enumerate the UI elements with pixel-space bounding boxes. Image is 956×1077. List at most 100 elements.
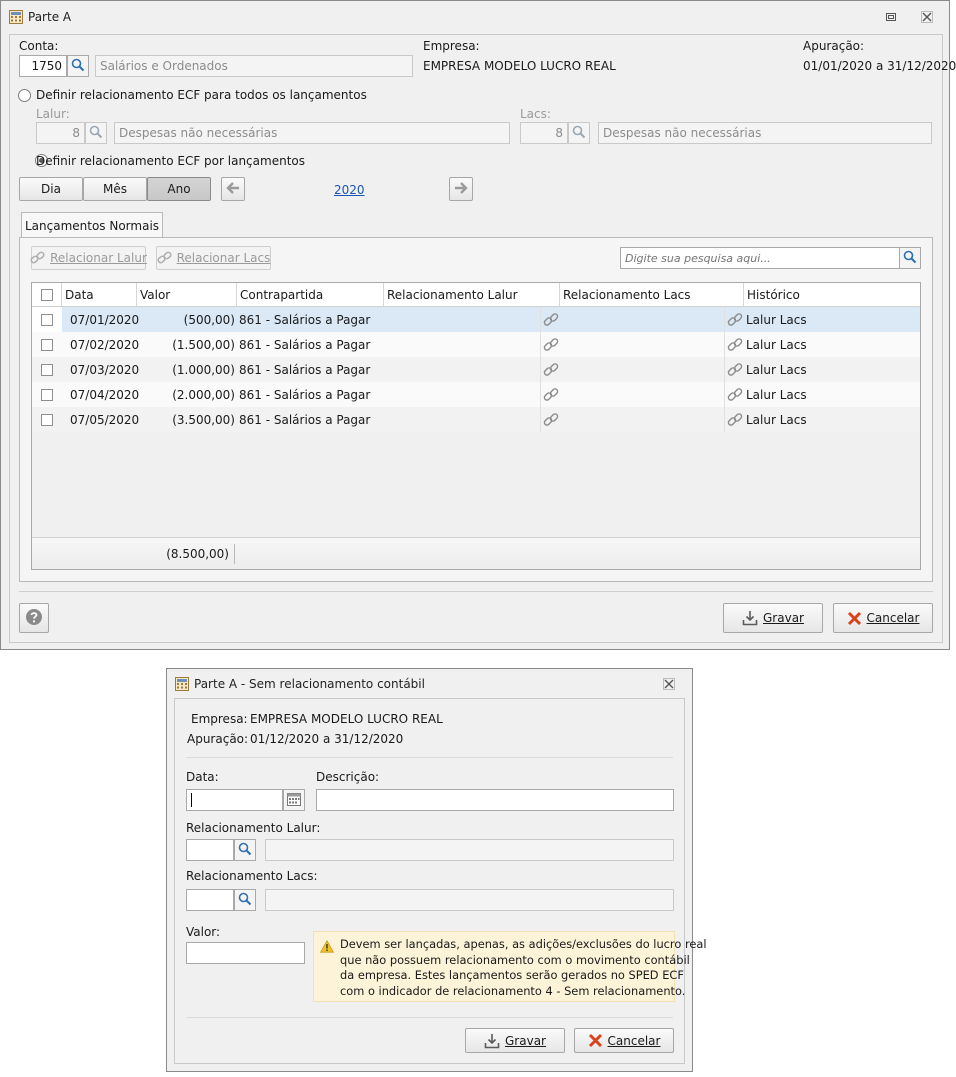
link-lacs-icon[interactable]	[724, 332, 744, 357]
lalur-search-button[interactable]	[85, 122, 107, 144]
link-lacs-icon[interactable]	[724, 407, 744, 432]
dialog-cancelar-label: Cancelar	[607, 1033, 661, 1048]
header-data[interactable]: Data	[62, 283, 137, 306]
title-bar: Parte A	[1, 1, 949, 33]
dialog-cancelar-button[interactable]: Cancelar	[574, 1028, 674, 1053]
cell-historico: Lalur Lacs	[746, 312, 807, 327]
radio-all-lancamentos[interactable]	[18, 89, 31, 102]
cell-valor: (2.000,00)	[172, 387, 235, 402]
relacionar-lacs-button[interactable]: Relacionar Lacs	[156, 246, 271, 270]
grid-search-input[interactable]	[620, 247, 900, 269]
search-icon	[572, 125, 586, 142]
row-checkbox-cell	[32, 357, 62, 382]
conta-search-button[interactable]	[67, 55, 89, 77]
dialog-gravar-button[interactable]: Gravar	[465, 1028, 565, 1053]
descricao-input[interactable]	[316, 789, 674, 811]
cell-data: 07/05/2020	[70, 412, 140, 427]
dialog-separator-top	[186, 757, 673, 758]
cancelar-label: Cancelar	[866, 611, 920, 625]
header-historico[interactable]: Histórico	[744, 283, 920, 306]
table-row[interactable]: 07/04/2020 (2.000,00) 861 - Salários a P…	[32, 382, 920, 407]
period-dia-button[interactable]: Dia	[19, 177, 83, 201]
help-button[interactable]	[19, 603, 49, 633]
row-checkbox[interactable]	[41, 338, 53, 351]
cell-historico: Lalur Lacs	[746, 337, 807, 352]
dialog-empresa-value: EMPRESA MODELO LUCRO REAL	[250, 712, 443, 726]
warning-line: que não possuem relacionamento com o mov…	[340, 952, 690, 967]
cell-valor: (1.000,00)	[172, 362, 235, 377]
cell-contrapartida: 861 - Salários a Pagar	[239, 387, 371, 402]
link-icon	[30, 251, 46, 265]
search-icon	[238, 892, 252, 909]
valor-input[interactable]	[186, 942, 305, 964]
header-valor[interactable]: Valor	[137, 283, 237, 306]
next-year-button[interactable]	[449, 177, 473, 201]
close-icon[interactable]	[921, 11, 933, 23]
table-row[interactable]: 07/05/2020 (3.500,00) 861 - Salários a P…	[32, 407, 920, 432]
link-lalur-icon[interactable]	[540, 382, 560, 407]
grid-footer: (8.500,00)	[32, 537, 920, 569]
row-checkbox-cell	[32, 332, 62, 357]
valor-label: Valor:	[186, 925, 221, 939]
dialog-close-icon[interactable]	[663, 678, 675, 690]
grid-search-button[interactable]	[899, 247, 921, 269]
rel-lalur-desc-field	[265, 839, 674, 861]
cell-data: 07/04/2020	[70, 387, 140, 402]
warning-line: com o indicador de relacionamento 4 - Se…	[340, 983, 686, 998]
apuracao-label: Apuração:	[803, 39, 865, 53]
cell-contrapartida: 861 - Salários a Pagar	[239, 412, 371, 427]
grid-body: 07/01/2020 (500,00) 861 - Salários a Pag…	[32, 307, 920, 535]
period-mes-button[interactable]: Mês	[83, 177, 147, 201]
cancelar-button[interactable]: Cancelar	[833, 603, 933, 633]
lalur-code-input[interactable]: 8	[36, 122, 85, 144]
conta-code-input[interactable]: 1750	[19, 55, 67, 77]
row-checkbox-cell	[32, 407, 62, 432]
data-input[interactable]	[186, 789, 283, 811]
lacs-code-input[interactable]: 8	[520, 122, 568, 144]
lacs-search-button[interactable]	[568, 122, 590, 144]
header-relacionamento-lalur[interactable]: Relacionamento Lalur	[384, 283, 560, 306]
row-checkbox[interactable]	[41, 413, 53, 426]
link-lalur-icon[interactable]	[540, 307, 560, 332]
cell-contrapartida: 861 - Salários a Pagar	[239, 312, 371, 327]
row-checkbox[interactable]	[41, 388, 53, 401]
restore-icon[interactable]	[885, 11, 897, 23]
search-icon	[89, 125, 103, 142]
select-all-checkbox[interactable]	[40, 288, 53, 301]
apuracao-value: 01/01/2020 a 31/12/2020	[803, 59, 956, 73]
table-row[interactable]: 07/02/2020 (1.500,00) 861 - Salários a P…	[32, 332, 920, 357]
header-relacionamento-lacs[interactable]: Relacionamento Lacs	[560, 283, 744, 306]
cell-contrapartida: 861 - Salários a Pagar	[239, 337, 371, 352]
tab-lancamentos-normais[interactable]: Lançamentos Normais	[21, 212, 163, 238]
period-ano-button[interactable]: Ano	[147, 177, 211, 201]
rel-lacs-code-input[interactable]	[186, 889, 234, 911]
row-checkbox[interactable]	[41, 363, 53, 376]
link-lacs-icon[interactable]	[724, 357, 744, 382]
link-lalur-icon[interactable]	[540, 407, 560, 432]
header-contrapartida[interactable]: Contrapartida	[237, 283, 384, 306]
rel-lalur-search-button[interactable]	[234, 839, 256, 861]
table-row[interactable]: 07/03/2020 (1.000,00) 861 - Salários a P…	[32, 357, 920, 382]
link-lacs-icon[interactable]	[724, 382, 744, 407]
rel-lalur-code-input[interactable]	[186, 839, 234, 861]
cell-valor: (1.500,00)	[172, 337, 235, 352]
footer-divider	[234, 544, 235, 564]
row-checkbox[interactable]	[41, 313, 53, 326]
link-lalur-icon[interactable]	[540, 357, 560, 382]
table-row[interactable]: 07/01/2020 (500,00) 861 - Salários a Pag…	[32, 307, 920, 332]
gravar-button[interactable]: Gravar	[723, 603, 823, 633]
dialog-title: Parte A - Sem relacionamento contábil	[194, 677, 425, 691]
header-select-all[interactable]	[32, 283, 62, 306]
link-lacs-icon[interactable]	[724, 307, 744, 332]
relacionar-lalur-button[interactable]: Relacionar Lalur	[30, 246, 147, 270]
prev-year-button[interactable]	[221, 177, 245, 201]
rel-lacs-search-button[interactable]	[234, 889, 256, 911]
empresa-label: Empresa:	[423, 39, 480, 53]
lalur-label: Lalur:	[36, 107, 70, 121]
radio-per-label: Definir relacionamento ECF por lançament…	[36, 154, 305, 168]
year-link[interactable]: 2020	[334, 183, 365, 197]
lalur-desc-field: Despesas não necessárias	[114, 122, 510, 144]
link-lalur-icon[interactable]	[540, 332, 560, 357]
arrow-right-icon	[454, 181, 468, 197]
date-picker-button[interactable]	[283, 789, 305, 811]
